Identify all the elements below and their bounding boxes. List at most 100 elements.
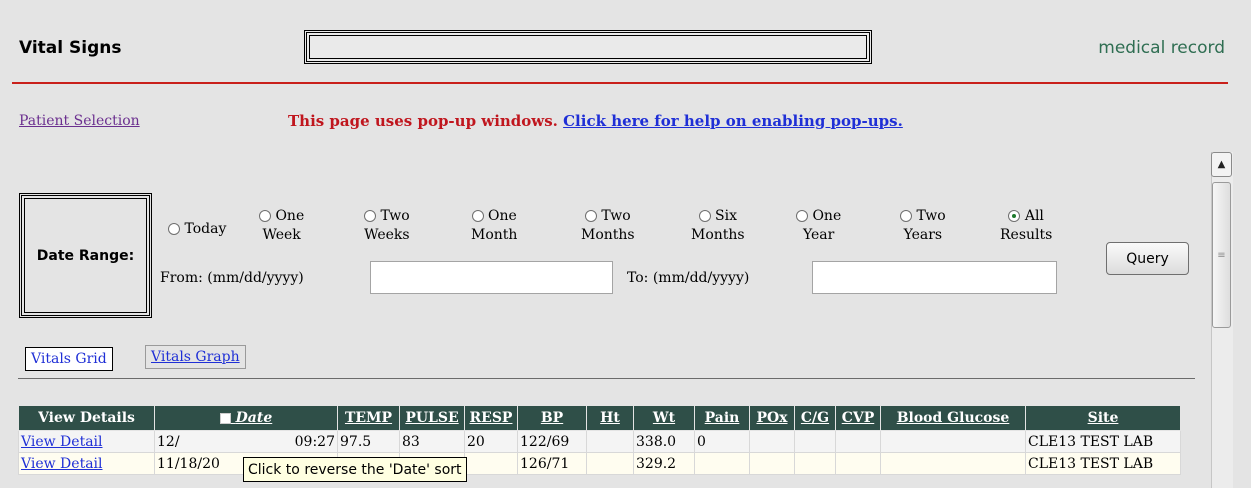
cell-wt: 338.0 [633,430,695,453]
brand-label: medical record [1098,38,1225,58]
date-range-label-box: Date Range: [19,193,152,318]
cell-date-value: 12/ [157,433,180,450]
radio-one-week-button[interactable] [259,210,271,222]
cell-time-value: 09:27 [294,433,335,450]
radio-two-weeks-button[interactable] [364,210,376,222]
cell-site: CLE13 TEST LAB [1025,430,1181,453]
cell-pox [749,430,795,453]
col-resp[interactable]: RESP [464,405,518,431]
col-date-label: Date [235,410,273,426]
col-wt[interactable]: Wt [633,405,695,431]
popup-notice-text: This page uses pop-up windows. [288,112,558,130]
to-date-label: To: (mm/dd/yyyy) [627,270,750,286]
tab-vitals-graph[interactable]: Vitals Graph [145,345,246,369]
cell-cg [794,430,836,453]
tab-vitals-grid[interactable]: Vitals Grid [25,347,113,371]
col-date[interactable]: Date [154,405,338,431]
radio-two-months-button[interactable] [584,210,597,222]
radio-one-year-label2: Year [802,227,835,243]
to-date-input[interactable] [812,261,1057,294]
patient-selection-link[interactable]: Patient Selection [19,113,140,129]
cell-pain [694,452,750,475]
from-date-input[interactable] [370,261,613,294]
radio-two-months[interactable]: Two Months [581,207,635,245]
popup-help-link[interactable]: Click here for help on enabling pop-ups. [563,112,903,130]
radio-one-month-label1: One [488,208,517,224]
radio-two-weeks[interactable]: Two Weeks [364,207,410,245]
col-site[interactable]: Site [1025,405,1181,431]
radio-today-button[interactable] [168,223,180,235]
col-pain[interactable]: Pain [694,405,750,431]
radio-six-months-label2: Months [691,227,745,243]
cell-bp: 122/69 [517,430,587,453]
table-header-row: View Details Date TEMP PULSE RESP BP Ht … [18,405,1181,431]
view-detail-link-text[interactable]: View Detail [21,456,103,472]
radio-six-months[interactable]: Six Months [691,207,745,245]
radio-one-month-button[interactable] [471,210,484,222]
page-title: Vital Signs [19,38,122,58]
radio-today[interactable]: Today [168,220,226,239]
radio-one-year-button[interactable] [796,210,808,222]
cell-cvp [835,430,881,453]
cell-pain: 0 [694,430,750,453]
col-bp[interactable]: BP [517,405,587,431]
radio-one-month-label2: Month [471,227,518,243]
radio-two-months-label1: Two [601,208,631,224]
radio-six-months-label1: Six [715,208,738,224]
cell-bp: 126/71 [517,452,587,475]
cell-date: 12/09:27 [154,430,338,453]
cell-date-value: 11/18/20 [157,455,220,472]
radio-all-results-label2: Results [1000,227,1053,243]
radio-one-year[interactable]: One Year [796,207,841,245]
cell-wt: 329.2 [633,452,695,475]
radio-two-years[interactable]: Two Years [900,207,946,245]
radio-two-years-label2: Years [903,227,943,243]
col-blood-glucose[interactable]: Blood Glucose [880,405,1026,431]
col-ht[interactable]: Ht [586,405,634,431]
table-row: View Detail 12/09:27 97.5 83 20 122/69 3… [18,430,1181,453]
col-pox[interactable]: POx [749,405,795,431]
radio-one-week-label1: One [275,208,305,224]
cell-glucose [880,452,1026,475]
cell-ht [586,452,634,475]
view-detail-link[interactable]: View Detail [18,430,155,453]
scrollbar-thumb[interactable]: ≡ [1212,182,1231,328]
cell-cvp [835,452,881,475]
from-date-label: From: (mm/dd/yyyy) [160,270,304,286]
scroll-up-arrow-icon[interactable]: ▲ [1211,152,1232,177]
patient-banner-box [304,30,872,64]
col-cvp[interactable]: CVP [835,405,881,431]
col-pulse[interactable]: PULSE [399,405,465,431]
col-view-details: View Details [18,405,155,431]
radio-two-weeks-label1: Two [380,208,410,224]
col-cg[interactable]: C/G [794,405,836,431]
col-temp[interactable]: TEMP [337,405,400,431]
radio-two-years-label1: Two [916,208,946,224]
sort-desc-icon [219,412,231,424]
radio-all-results[interactable]: All Results [1000,207,1052,245]
radio-today-label: Today [184,221,227,237]
vitals-table: View Details Date TEMP PULSE RESP BP Ht … [18,405,1181,475]
radio-two-years-button[interactable] [900,210,912,222]
query-button[interactable]: Query [1106,242,1189,275]
radio-one-month[interactable]: One Month [471,207,517,245]
view-detail-link[interactable]: View Detail [18,452,155,475]
radio-all-results-button[interactable] [1008,210,1021,222]
radio-two-months-label2: Months [581,227,635,243]
date-range-label: Date Range: [36,247,135,264]
cell-resp: 20 [464,430,518,453]
cell-ht [586,430,634,453]
radio-one-year-label1: One [812,208,842,224]
radio-one-week-label2: Week [262,227,301,243]
cell-glucose [880,430,1026,453]
radio-one-week[interactable]: One Week [259,207,304,245]
radio-six-months-button[interactable] [698,210,711,222]
header-divider [12,82,1228,84]
view-detail-link-text[interactable]: View Detail [21,434,103,450]
cell-cg [794,452,836,475]
cell-site: CLE13 TEST LAB [1025,452,1181,475]
popup-notice: This page uses pop-up windows. Click her… [288,112,903,130]
table-row: View Detail 11/18/20 126/71 329.2 CLE13 … [18,452,1181,475]
sort-tooltip: Click to reverse the 'Date' sort [243,457,467,482]
tab-divider [18,378,1195,379]
